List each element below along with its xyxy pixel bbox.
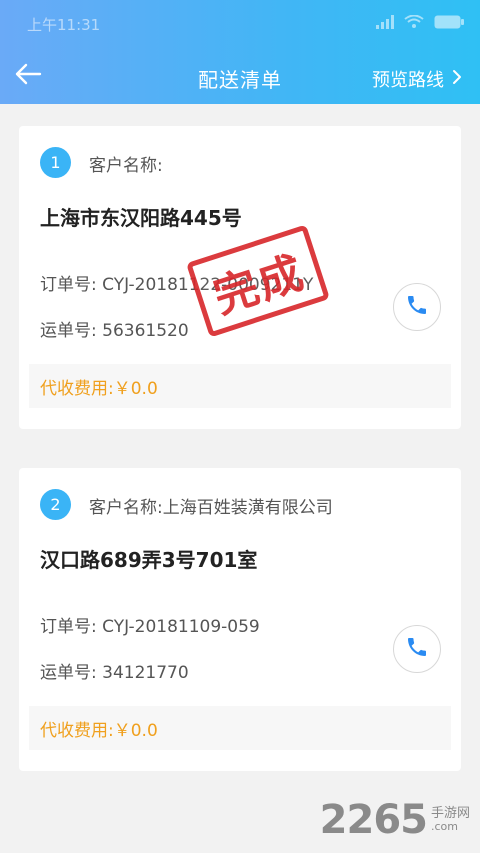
collection-fee-label: 代收费用:	[40, 720, 114, 741]
phone-icon	[405, 635, 429, 663]
chevron-right-icon	[452, 69, 462, 90]
watermark-cn: 手游网	[430, 805, 470, 821]
collection-fee-value: ￥0.0	[113, 378, 158, 399]
collection-fee-bar: 代收费用: ￥0.0	[29, 364, 451, 408]
order-index-badge: 1	[40, 147, 71, 178]
order-index-badge: 2	[40, 489, 71, 520]
customer-name-label: 客户名称:上海百姓装潢有限公司	[89, 498, 333, 518]
order-number-label: 订单号:	[40, 275, 97, 295]
customer-name-label: 客户名称:	[89, 156, 163, 176]
preview-route-label: 预览路线	[372, 70, 444, 91]
site-watermark: 2265 手游网 .com	[320, 797, 470, 843]
waybill-number-label: 运单号:	[40, 321, 97, 341]
watermark-number: 2265	[319, 797, 428, 843]
battery-icon	[434, 14, 464, 33]
waybill-number-value: 34121770	[102, 663, 189, 683]
order-number-row: 订单号: CYJ-20181109-059	[40, 612, 260, 637]
nav-bar: 配送清单 预览路线	[0, 50, 480, 104]
preview-route-button[interactable]: 预览路线	[372, 66, 462, 92]
order-card[interactable]: 1 客户名称: 上海市东汉阳路445号 订单号: CYJ-20181122-00…	[19, 126, 461, 429]
waybill-number-row: 运单号: 34121770	[40, 658, 189, 683]
status-time: 上午11:31	[27, 16, 101, 34]
order-number-label: 订单号:	[40, 617, 97, 637]
collection-fee-label: 代收费用:	[40, 378, 114, 399]
status-bar: 上午11:31	[0, 0, 480, 50]
waybill-number-value: 56361520	[102, 321, 189, 341]
collection-fee-bar: 代收费用: ￥0.0	[29, 706, 451, 750]
watermark-domain: .com	[430, 820, 458, 834]
wifi-icon	[404, 14, 424, 33]
waybill-number-label: 运单号:	[40, 663, 97, 683]
completed-stamp: 完成	[186, 224, 330, 338]
order-number-value: CYJ-20181109-059	[102, 617, 260, 637]
delivery-address: 上海市东汉阳路445号	[40, 206, 242, 230]
call-button[interactable]	[393, 625, 441, 673]
status-icons	[376, 14, 464, 33]
order-card[interactable]: 2 客户名称:上海百姓装潢有限公司 汉口路689弄3号701室 订单号: CYJ…	[19, 468, 461, 771]
waybill-number-row: 运单号: 56361520	[40, 316, 189, 341]
signal-icon	[376, 14, 394, 33]
delivery-address: 汉口路689弄3号701室	[40, 548, 258, 572]
phone-icon	[405, 293, 429, 321]
watermark-side: 手游网 .com	[430, 805, 470, 834]
app-header: 上午11:31 配送清单 预览路线	[0, 0, 480, 104]
call-button[interactable]	[393, 283, 441, 331]
collection-fee-value: ￥0.0	[113, 720, 158, 741]
